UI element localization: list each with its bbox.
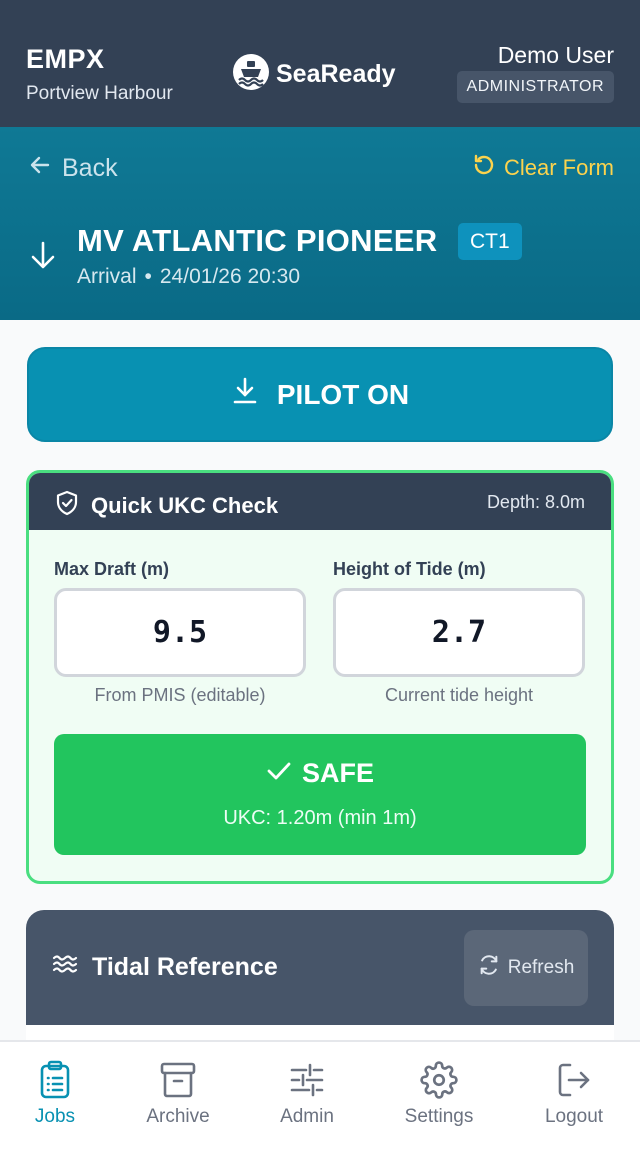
tidal-title-text: Tidal Reference [92,953,278,981]
back-button[interactable]: Back [28,153,118,184]
nav-admin[interactable]: Admin [252,1060,362,1128]
clipboard-icon [0,1060,110,1100]
ukc-result: SAFE UKC: 1.20m (min 1m) [54,734,586,855]
refresh-icon [478,954,500,982]
brand-name: SeaReady [276,60,396,88]
user-name: Demo User [497,42,614,68]
nav-settings-label: Settings [404,1106,474,1127]
nav-logout[interactable]: Logout [519,1060,629,1128]
max-draft-label: Max Draft (m) [54,559,170,579]
nav-logout-label: Logout [544,1106,604,1127]
ship-logo-icon [232,53,270,96]
movement-type: Arrival [77,265,137,288]
main-content[interactable]: PILOT ON Quick UKC Check Depth: 8.0m Max… [0,320,640,1040]
download-icon [231,376,259,413]
clear-form-label: Clear Form [503,155,614,180]
pilot-on-label: PILOT ON [276,378,410,410]
waves-icon [52,953,78,982]
berth-badge: CT1 [458,223,522,260]
reset-icon [472,153,496,183]
ukc-depth: Depth: 8.0m [486,492,585,512]
logout-icon [519,1060,629,1100]
nav-jobs-label: Jobs [34,1106,76,1127]
nav-admin-label: Admin [280,1106,334,1127]
arrow-left-icon [28,153,52,184]
refresh-label: Refresh [507,957,575,978]
archive-icon [123,1060,233,1100]
ukc-status: SAFE [54,758,586,789]
role-badge: ADMINISTRATOR [456,71,614,103]
port-code: EMPX [26,44,105,74]
job-datetime: 24/01/26 20:30 [159,265,301,288]
bottom-nav: Jobs Archive Admin Settings Logout [0,1040,640,1156]
job-header: Back Clear Form MV ATLANTIC PIONEER CT1 … [0,127,640,320]
arrow-down-icon [28,240,58,275]
max-draft-input[interactable]: 9.5 [54,588,306,677]
sliders-icon [252,1060,362,1100]
gear-icon [384,1060,494,1100]
tide-height-input[interactable]: 2.7 [333,588,585,677]
tidal-reference-card: Tidal Reference Refresh [26,910,614,1040]
ukc-status-text: SAFE [301,758,374,788]
vessel-name: MV ATLANTIC PIONEER [77,223,438,258]
meta-separator: • [144,265,152,288]
clear-form-button[interactable]: Clear Form [472,153,614,183]
nav-archive-label: Archive [146,1106,210,1127]
brand-logo: SeaReady [232,53,396,96]
refresh-button[interactable]: Refresh [464,930,588,1006]
app-header: EMPX Portview Harbour SeaReady Demo User… [0,0,640,127]
ukc-title-text: Quick UKC Check [91,493,279,518]
tidal-body [26,1025,614,1040]
ukc-title: Quick UKC Check [55,490,278,522]
tide-height-help: Current tide height [384,685,534,705]
ukc-check-card: Quick UKC Check Depth: 8.0m Max Draft (m… [26,470,614,884]
tide-height-label: Height of Tide (m) [333,559,486,579]
nav-jobs[interactable]: Jobs [0,1060,110,1128]
ukc-detail: UKC: 1.20m (min 1m) [223,807,417,829]
job-meta: Arrival • 24/01/26 20:30 [77,265,300,289]
max-draft-help: From PMIS (editable) [94,685,266,705]
port-name: Portview Harbour [26,83,173,104]
check-icon [266,758,292,789]
back-label: Back [62,154,118,182]
tidal-title: Tidal Reference [52,953,278,982]
pilot-on-button[interactable]: PILOT ON [27,347,613,442]
ukc-header: Quick UKC Check Depth: 8.0m [29,473,611,530]
nav-archive[interactable]: Archive [123,1060,233,1128]
shield-check-icon [55,490,79,522]
nav-settings[interactable]: Settings [384,1060,494,1128]
